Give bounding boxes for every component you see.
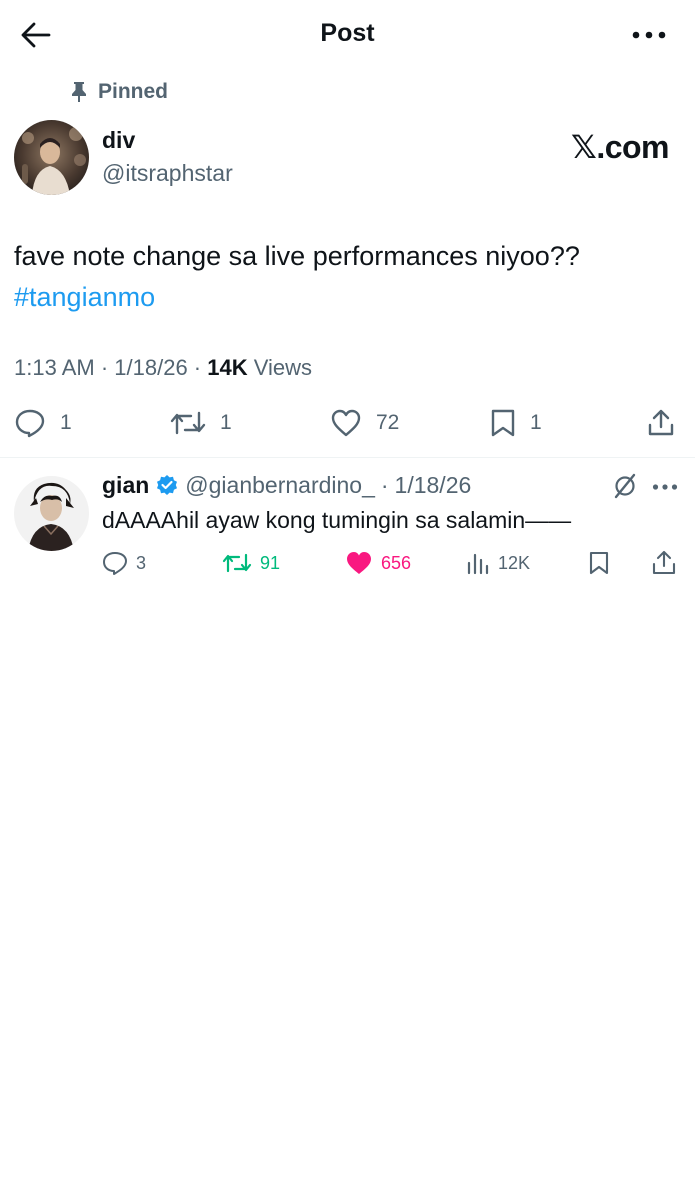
- reply-views-button[interactable]: 12K: [466, 546, 530, 580]
- grok-icon: [614, 473, 636, 499]
- bookmark-icon: [589, 551, 609, 575]
- views-label: Views: [247, 355, 313, 380]
- reply-reply-count: 3: [136, 552, 147, 573]
- reply-more-button[interactable]: [652, 478, 678, 496]
- reply-like-button[interactable]: 656: [345, 546, 411, 580]
- repost-icon: [222, 553, 252, 573]
- share-icon: [652, 550, 676, 575]
- avatar-image: [14, 476, 89, 551]
- reply-author-avatar[interactable]: [14, 476, 89, 551]
- pinned-label: Pinned: [98, 80, 169, 103]
- heart-icon: [331, 409, 361, 437]
- ellipsis-icon: [652, 484, 678, 490]
- like-button[interactable]: 72: [330, 400, 399, 446]
- reply-count: 1: [60, 411, 72, 434]
- tweet-meta: 1:13 AM · 1/18/26 · 14K Views: [14, 355, 312, 381]
- share-button[interactable]: [646, 400, 676, 446]
- reply-header: gian @gianbernardino_ · 1/18/26: [102, 472, 471, 499]
- author-avatar[interactable]: [14, 120, 89, 195]
- heart-filled-icon: [347, 552, 371, 574]
- reply-author-handle[interactable]: @gianbernardino_: [185, 472, 375, 499]
- reply-reply-button[interactable]: 3: [102, 546, 146, 580]
- reply-button[interactable]: 1: [14, 400, 72, 446]
- more-options-button[interactable]: [627, 22, 671, 48]
- reply-author-name[interactable]: gian: [102, 472, 149, 499]
- pinned-indicator: Pinned: [70, 80, 168, 104]
- reply-share-button[interactable]: [651, 546, 677, 580]
- grok-button[interactable]: [612, 472, 638, 505]
- author-name[interactable]: div: [102, 127, 135, 154]
- share-icon: [648, 409, 674, 436]
- repost-icon: [170, 411, 206, 435]
- reply-repost-count: 91: [260, 552, 281, 573]
- bookmark-icon: [491, 409, 515, 437]
- repost-count: 1: [220, 411, 232, 434]
- meta-separator: ·: [94, 355, 115, 380]
- reply-icon: [103, 552, 127, 575]
- meta-separator: ·: [187, 355, 208, 380]
- bookmark-button[interactable]: 1: [490, 400, 542, 446]
- tweet-time[interactable]: 1:13 AM: [14, 355, 95, 381]
- tweet-date[interactable]: 1/18/26: [114, 355, 187, 381]
- reply-action-bar: 3 91 656 12K: [0, 546, 695, 580]
- meta-separator: ·: [380, 472, 389, 498]
- analytics-icon: [467, 553, 489, 575]
- page-title: Post: [320, 19, 375, 47]
- views-count[interactable]: 14K: [207, 355, 247, 381]
- top-bar: Post: [0, 0, 695, 70]
- tweet-body: fave note change sa live performances ni…: [14, 241, 580, 271]
- x-watermark: 𝕏.com: [571, 129, 669, 165]
- repost-button[interactable]: 1: [170, 400, 232, 446]
- reply-date[interactable]: 1/18/26: [395, 472, 472, 499]
- reply-like-count: 656: [381, 552, 412, 573]
- verified-badge-icon: [157, 474, 178, 495]
- hashtag-link[interactable]: #tangianmo: [14, 277, 674, 318]
- tweet-text: fave note change sa live performances ni…: [14, 236, 674, 318]
- tweet-action-bar: 1 1 72 1: [0, 400, 695, 446]
- bookmark-count: 1: [530, 411, 542, 434]
- reply-icon: [15, 409, 45, 438]
- ellipsis-icon: [632, 31, 666, 39]
- divider: [0, 457, 695, 458]
- pin-icon: [72, 82, 86, 102]
- author-handle[interactable]: @itsraphstar: [102, 160, 233, 187]
- reply-views-count: 12K: [498, 552, 531, 573]
- like-count: 72: [376, 411, 400, 434]
- avatar-image: [14, 120, 89, 195]
- reply-text: dAAAAhil ayaw kong tumingin sa salamin——: [102, 507, 572, 533]
- reply-repost-button[interactable]: 91: [222, 546, 280, 580]
- reply-bookmark-button[interactable]: [588, 546, 610, 580]
